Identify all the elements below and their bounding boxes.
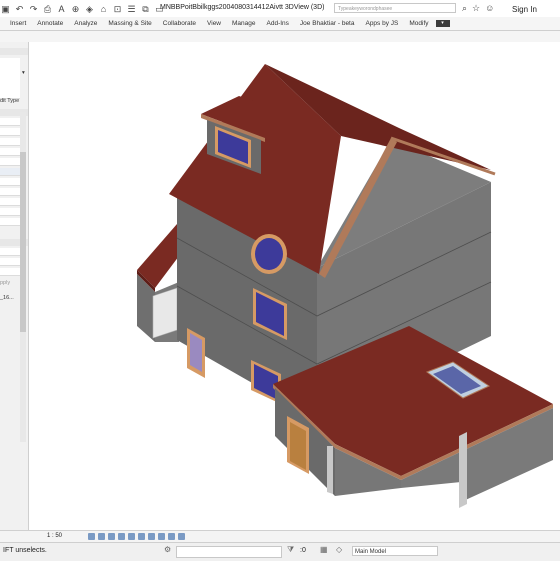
measure-icon[interactable]: ⊕ [70,4,81,15]
tab-modify[interactable]: Modify [409,20,428,27]
property-field[interactable] [0,258,20,266]
workset-selector[interactable] [176,546,282,558]
property-field[interactable] [0,168,20,176]
filter-icon[interactable]: ⧩ [287,545,294,555]
design-options-icon[interactable]: ◇ [336,545,342,554]
search-input[interactable]: Typeakeyworondphasee [334,3,456,13]
garage-door [152,287,178,339]
property-field[interactable] [0,128,20,136]
tab-manage[interactable]: Manage [232,20,256,27]
worksets-icon[interactable]: ⚙ [164,545,171,554]
save-icon[interactable]: ▣ [0,4,11,15]
thin-lines-icon[interactable]: ☰ [126,4,137,15]
status-bar: IFT unselects. ⚙ ⧩ :0 ▦ ◇ Main Model [0,542,560,561]
shadows-icon[interactable] [118,533,125,540]
property-field[interactable] [0,148,20,156]
panel-scrollbar-thumb[interactable] [20,152,26,332]
temporary-hide-icon[interactable] [168,533,175,540]
status-message: IFT unselects. [3,547,47,554]
property-field[interactable] [0,268,20,276]
ribbon-dropdown-icon[interactable]: ▾ [435,20,450,27]
binoculars-icon[interactable]: ⌕ [462,3,467,14]
section-icon[interactable]: ◈ [84,4,95,15]
switch-windows-icon[interactable]: ⧉ [140,4,151,15]
tab-analyze[interactable]: Analyze [74,20,97,27]
redo-icon[interactable]: ↷ [28,4,39,15]
property-field[interactable] [0,178,20,186]
reveal-hidden-icon[interactable] [178,533,185,540]
project-browser-item[interactable]: _16... [0,295,14,301]
property-field[interactable] [0,158,20,166]
title-bar: ▣ ↶ ↷ ⎙ A ⊕ ◈ ⌂ ⊡ ☰ ⧉ ▭ MNBBPoitBbilkggs… [0,0,560,18]
tab-joe-bhaktiar[interactable]: Joe Bhaktiar - beta [300,20,355,27]
house-model [137,64,553,508]
properties-panel: ▾ dit Type pply _16... [0,42,29,530]
document-title: MNBBPoitBbilkggs2004080314412Aivtt 3DVie… [160,4,325,11]
show-crop-icon[interactable] [148,533,155,540]
tab-massing-site[interactable]: Massing & Site [108,20,151,27]
selection-count: :0 [300,547,306,554]
property-field[interactable] [0,248,20,256]
lock-3d-icon[interactable] [158,533,165,540]
tab-insert[interactable]: Insert [10,20,26,27]
main-model-selector[interactable]: Main Model [352,546,438,556]
3d-viewport[interactable] [29,42,560,530]
editable-only-icon[interactable]: ▦ [320,545,328,554]
view-scale[interactable]: 1 : 50 [47,533,62,539]
property-field[interactable] [0,188,20,196]
sun-path-icon[interactable] [108,533,115,540]
property-field[interactable] [0,218,20,226]
detail-level-icon[interactable] [88,533,95,540]
visual-style-icon[interactable] [98,533,105,540]
undo-icon[interactable]: ↶ [14,4,25,15]
apply-button[interactable]: pply [0,280,10,286]
star-icon[interactable]: ☆ [472,3,480,14]
tag-icon[interactable]: ⊡ [112,4,123,15]
edit-type-button[interactable]: dit Type [0,98,19,104]
ribbon-tab-bar: Insert Annotate Analyze Massing & Site C… [0,17,560,31]
property-field[interactable] [0,138,20,146]
tab-annotate[interactable]: Annotate [37,20,63,27]
user-icon[interactable]: ☺ [485,3,494,14]
round-window-glass [255,238,283,270]
extension-corner-pillar [459,432,467,508]
crop-view-icon[interactable] [138,533,145,540]
tab-apps-by-js[interactable]: Apps by JS [365,20,398,27]
tab-view[interactable]: View [207,20,221,27]
print-icon[interactable]: ⎙ [42,4,53,15]
property-field[interactable] [0,208,20,216]
property-field[interactable] [0,198,20,206]
text-icon[interactable]: A [56,4,67,15]
extension-corner-pillar [327,446,333,494]
property-field[interactable] [0,118,20,126]
quick-access-toolbar: ▣ ↶ ↷ ⎙ A ⊕ ◈ ⌂ ⊡ ☰ ⧉ ▭ [0,2,165,16]
panel-header [0,48,28,55]
tab-add-ins[interactable]: Add-Ins [267,20,289,27]
type-selector[interactable] [0,58,20,99]
chevron-down-icon[interactable]: ▾ [22,70,25,76]
sign-in-button[interactable]: Sign In [512,5,537,14]
tab-collaborate[interactable]: Collaborate [163,20,196,27]
3d-view-icon[interactable]: ⌂ [98,4,109,15]
render-icon[interactable] [128,533,135,540]
